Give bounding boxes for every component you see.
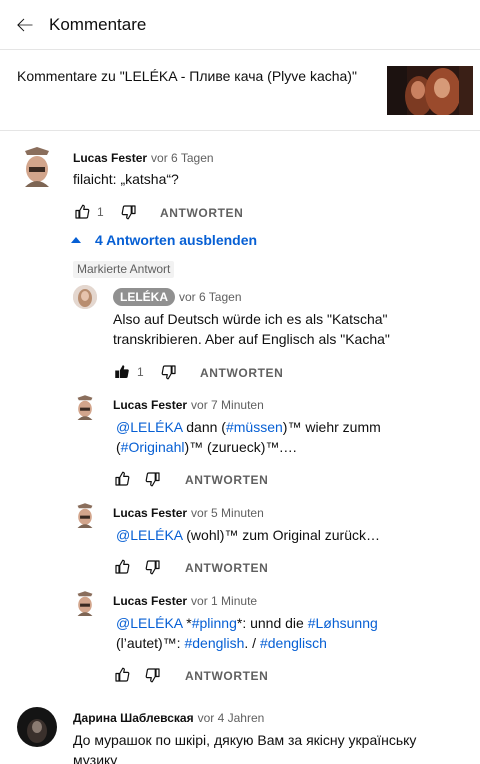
like-icon[interactable] [113,558,131,576]
hashtag-link[interactable]: #denglish [184,635,244,651]
reply-button[interactable]: ANTWORTEN [185,669,268,683]
reply: Lucas Fester vor 1 Minute @LELÉKA *#plinn… [0,589,480,689]
comment-text: Also auf Deutsch würde ich es als "Katsc… [113,311,390,347]
comment-actions: 1 ANTWORTEN [113,363,453,383]
dislike-icon[interactable] [120,203,138,221]
comment-actions: ANTWORTEN [113,666,453,686]
comment-age: vor 4 Jahren [197,711,265,725]
comment-actions: ANTWORTEN [113,470,453,490]
comment-thread: Lucas Fester vor 6 Tagen filaicht: „katsh… [0,140,480,230]
like-icon[interactable] [113,470,131,488]
hashtag-link[interactable]: #müssen [226,419,283,435]
comment-age: vor 7 Minuten [191,398,264,412]
mention-link[interactable]: @LELÉKA [116,615,182,631]
comment-author[interactable]: Lucas Fester [113,506,187,520]
video-thumbnail[interactable] [387,66,473,115]
comment-text: filaicht: „katsha“? [73,171,179,187]
avatar[interactable] [17,707,57,747]
reply-button[interactable]: ANTWORTEN [160,206,243,220]
hide-replies-label: 4 Antworten ausblenden [95,232,258,248]
comment-age: vor 6 Tagen [151,151,214,165]
dislike-icon[interactable] [160,363,178,381]
comment-author[interactable]: Дарина Шаблевская [73,711,194,725]
like-count: 1 [97,205,104,219]
comment-age: vor 5 Minuten [191,506,264,520]
page-title: Kommentare [49,15,147,34]
comment-text: До мурашок по шкірі, дякую Вам за якісну… [73,732,417,764]
hashtag-link[interactable]: #Løhsunng [308,615,378,631]
comment-text: @LELÉKA dann (#müssen)™ wiehr zumm (#Ori… [116,419,381,455]
video-header: Kommentare zu "LELÉKA - Пливе кача (Plyv… [0,50,480,131]
liked-icon[interactable] [113,363,131,381]
app-bar: Kommentare [0,0,480,50]
highlighted-reply-badge: Markierte Antwort [73,261,175,278]
comment-text: @LELÉKA (wohl)™ zum Original zurück… [116,527,380,543]
reply-button[interactable]: ANTWORTEN [200,366,283,380]
mention-link[interactable]: @LELÉKA [116,527,182,543]
creator-author-chip[interactable]: LELÉKA [113,288,175,306]
hide-replies-button[interactable]: 4 Antworten ausblenden [71,229,257,251]
dislike-icon[interactable] [144,558,162,576]
avatar[interactable] [75,502,95,528]
caret-up-icon [71,237,81,243]
like-icon[interactable] [73,203,91,221]
reply: Lucas Fester vor 7 Minuten @LELÉKA dann (… [0,393,480,493]
like-count: 1 [137,365,144,379]
reply-button[interactable]: ANTWORTEN [185,473,268,487]
avatar[interactable] [75,394,95,420]
reply-button[interactable]: ANTWORTEN [185,561,268,575]
arrow-back-icon [17,18,33,32]
back-button[interactable] [8,8,42,42]
dislike-icon[interactable] [144,470,162,488]
comment-thread: Дарина Шаблевская vor 4 Jahren До мурашок… [0,702,480,764]
hashtag-link[interactable]: #Originahl [121,439,185,455]
reply: LELÉKA vor 6 Tagen Also auf Deutsch würde… [0,284,480,384]
avatar[interactable] [21,145,53,187]
comment-actions: ANTWORTEN [113,558,453,578]
avatar[interactable] [73,285,97,309]
video-title: Kommentare zu "LELÉKA - Пливе кача (Plyv… [17,68,357,84]
comment-age: vor 6 Tagen [179,290,242,304]
mention-link[interactable]: @LELÉKA [116,419,182,435]
like-icon[interactable] [113,666,131,684]
comment-actions: 1 ANTWORTEN [73,203,453,223]
comment-text: @LELÉKA *#plinng*: unnd die #Løhsunng (l… [116,615,378,651]
hashtag-link[interactable]: #denglisch [260,635,327,651]
hashtag-link[interactable]: #plinng [192,615,237,631]
comment-author[interactable]: Lucas Fester [73,151,147,165]
avatar[interactable] [75,590,95,616]
comment-author[interactable]: Lucas Fester [113,398,187,412]
dislike-icon[interactable] [144,666,162,684]
reply: Lucas Fester vor 5 Minuten @LELÉKA (wohl)… [0,501,480,581]
comment-age: vor 1 Minute [191,594,258,608]
comment-author[interactable]: Lucas Fester [113,594,187,608]
